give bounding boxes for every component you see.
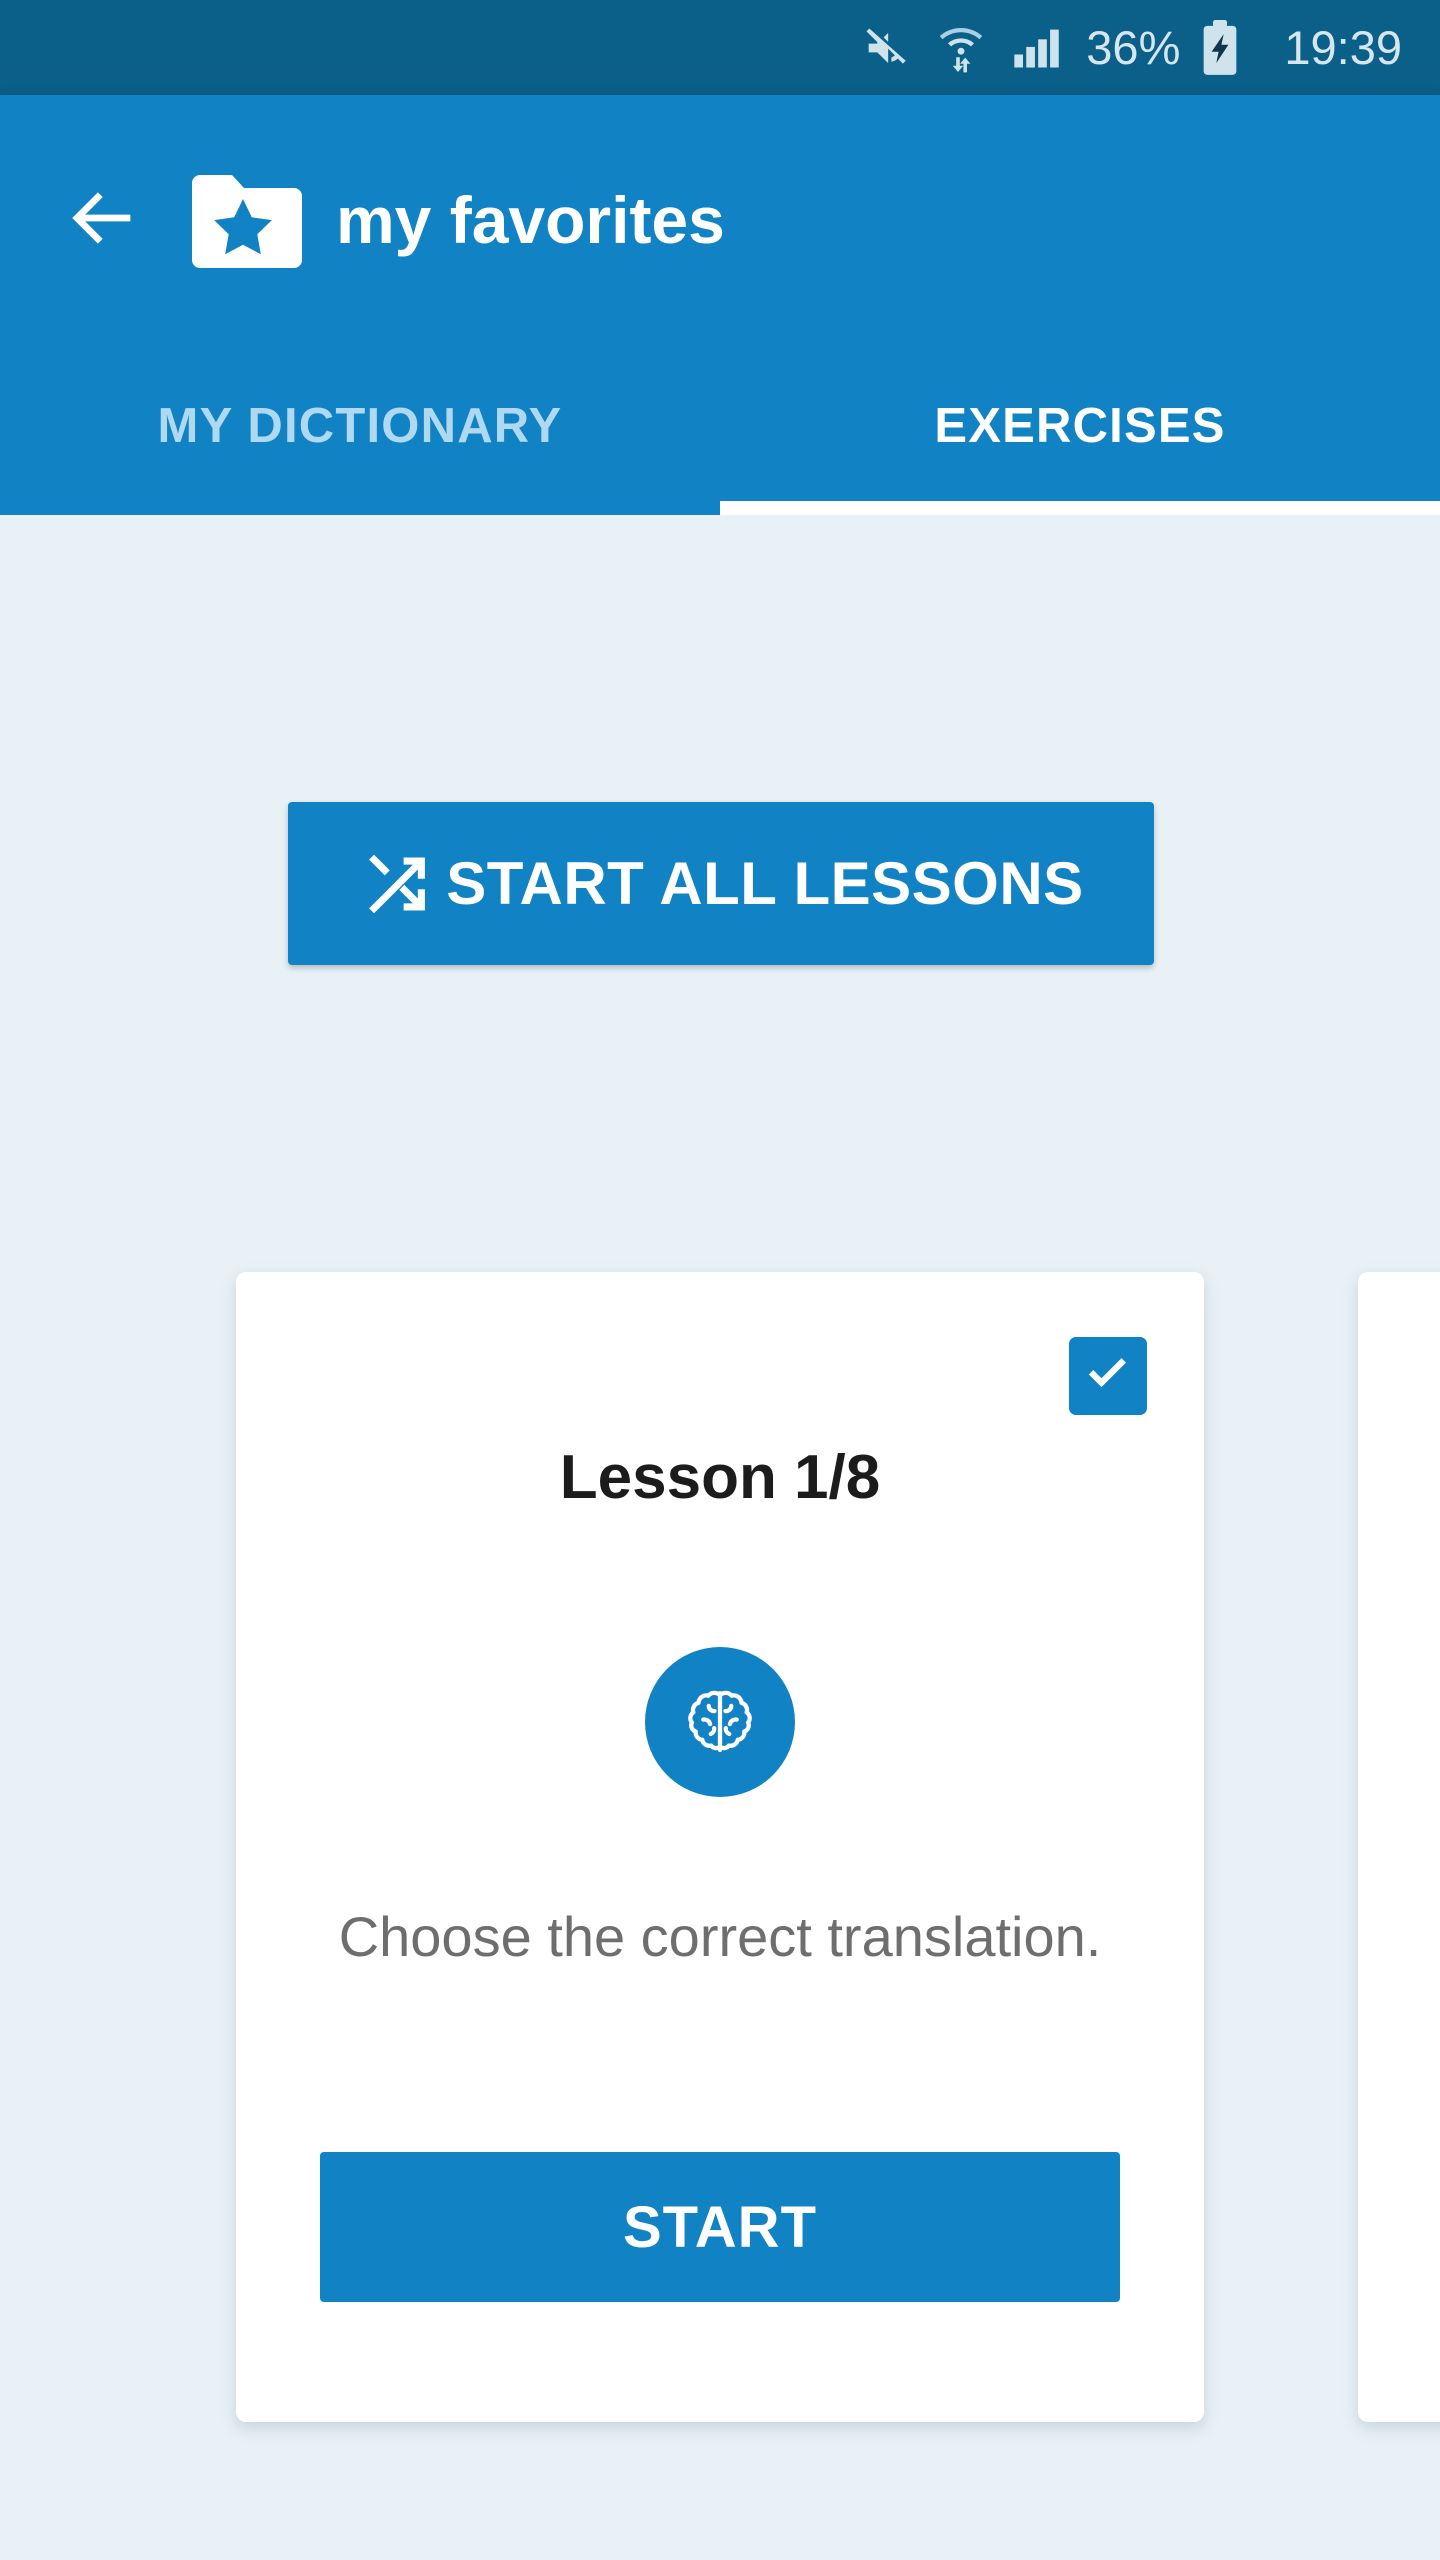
brain-icon	[645, 1647, 795, 1797]
clock-label: 19:39	[1284, 21, 1402, 74]
back-button[interactable]	[28, 145, 178, 295]
app-bar: my favorites MY DICTIONARY EXERCISES	[0, 95, 1440, 515]
tab-bar: MY DICTIONARY EXERCISES	[0, 345, 1440, 515]
status-bar: 36% 19:39	[0, 0, 1440, 95]
mute-icon	[860, 22, 912, 74]
wifi-transfer-icon	[936, 22, 986, 74]
shuffle-icon	[358, 847, 432, 921]
lesson-start-label: START	[622, 2194, 817, 2260]
tab-exercises[interactable]: EXERCISES	[720, 345, 1440, 515]
tab-my-dictionary-label: MY DICTIONARY	[157, 399, 563, 453]
lesson-description: Choose the correct translation.	[338, 1905, 1102, 1968]
cellular-signal-icon	[1010, 22, 1062, 74]
lesson-start-button[interactable]: START	[320, 2152, 1120, 2302]
tab-exercises-label: EXERCISES	[934, 399, 1226, 453]
lesson-checkbox[interactable]	[1069, 1337, 1147, 1415]
battery-charging-icon	[1200, 19, 1240, 76]
lesson-card[interactable]: Lesson 1/8 Choose the correct translatio…	[236, 1272, 1204, 2422]
exercises-content: START ALL LESSONS Lesson 1/8 Choose the …	[0, 515, 1440, 2560]
lesson-cards-row: Lesson 1/8 Choose the correct translatio…	[0, 1272, 1440, 2427]
app-title: my favorites	[336, 183, 725, 257]
folder-star-icon	[184, 173, 302, 268]
status-bar-icons: 36% 19:39	[860, 19, 1402, 76]
tab-active-indicator	[720, 501, 1440, 515]
lesson-title: Lesson 1/8	[559, 1443, 881, 1512]
lesson-card[interactable]	[1358, 1272, 1440, 2422]
battery-percent-label: 36%	[1086, 21, 1181, 74]
app-bar-top-row: my favorites	[0, 95, 1440, 345]
back-arrow-icon	[62, 177, 144, 264]
start-all-lessons-button[interactable]: START ALL LESSONS	[288, 802, 1154, 965]
check-icon	[1080, 1346, 1136, 1407]
start-all-lessons-label: START ALL LESSONS	[446, 850, 1084, 917]
tab-my-dictionary[interactable]: MY DICTIONARY	[0, 345, 720, 515]
